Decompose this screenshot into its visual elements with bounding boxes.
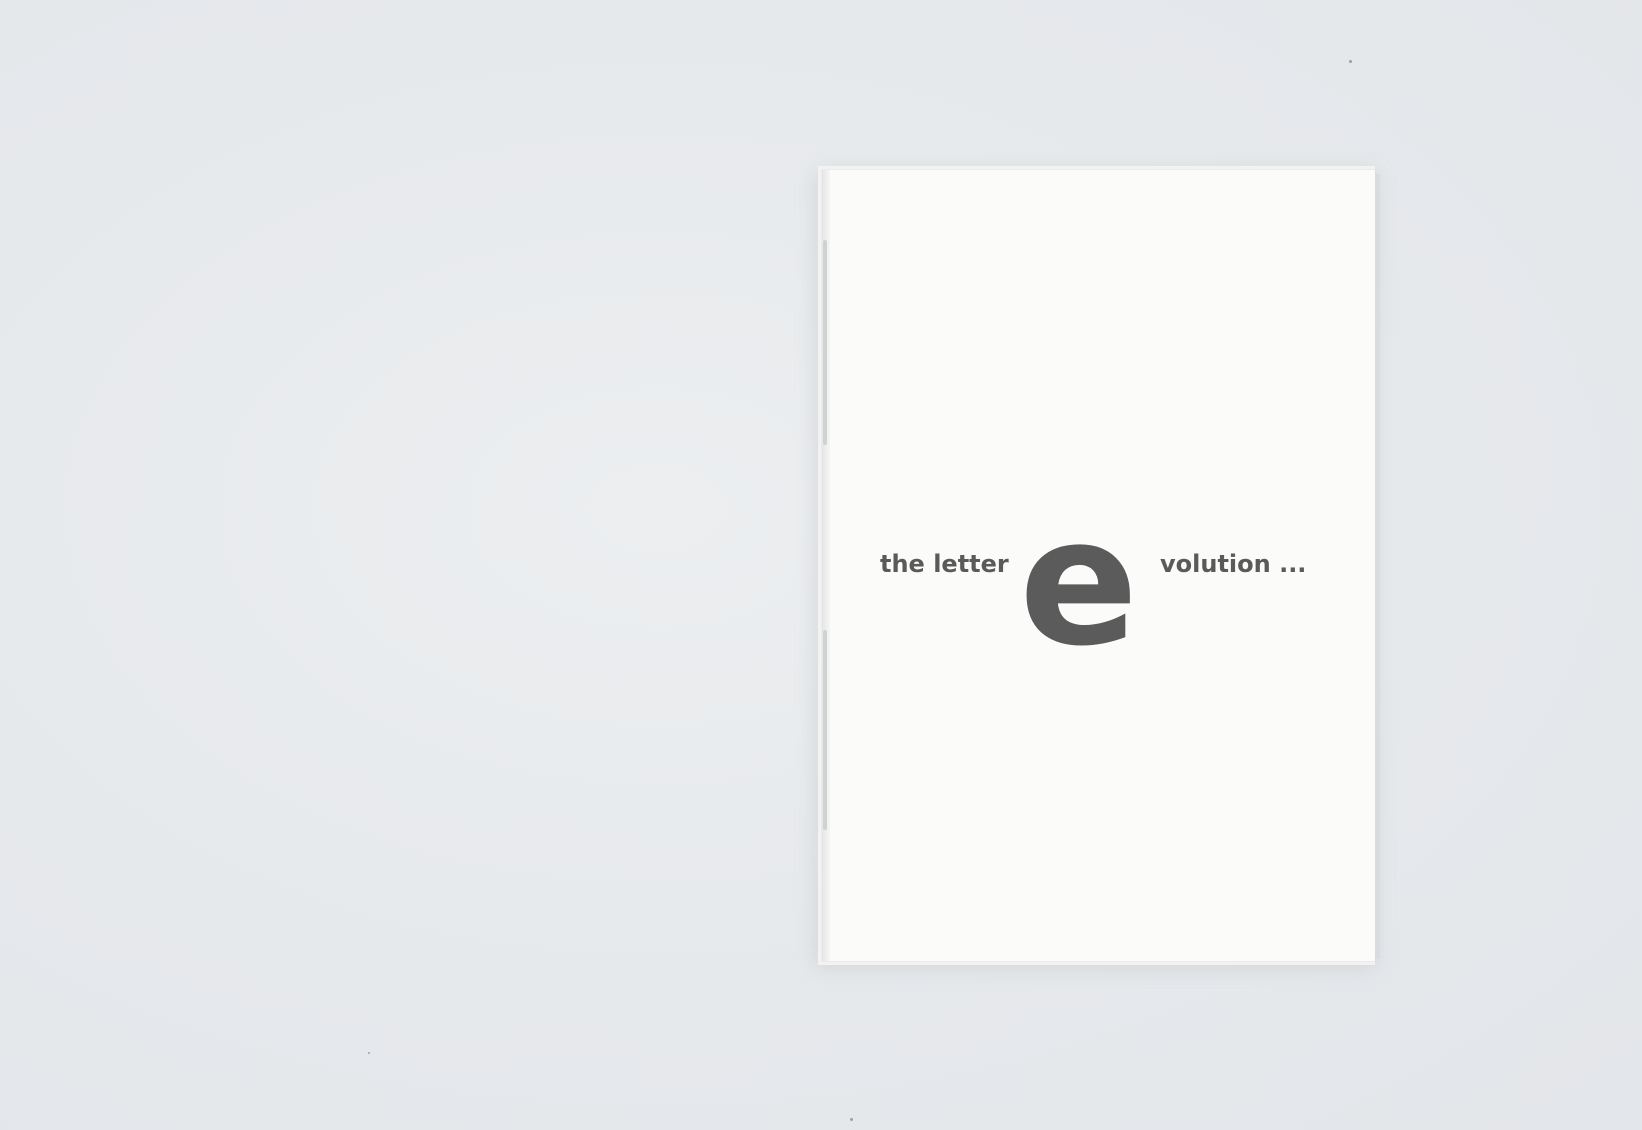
title-suffix: volution ... [1160, 550, 1307, 578]
dust-speck [368, 1052, 370, 1054]
title-big-letter: e [1019, 480, 1139, 685]
staple-top [823, 240, 827, 445]
dust-speck [850, 1118, 853, 1121]
scanned-scene: the letter e volution ... [0, 0, 1642, 1130]
booklet-cover: the letter e volution ... [822, 170, 1380, 961]
dust-speck [1349, 60, 1352, 63]
page-edge [1375, 174, 1380, 959]
cover-title: the letter e volution ... [880, 495, 1330, 671]
staple-bottom [823, 630, 827, 830]
title-prefix: the letter [880, 550, 1009, 578]
booklet-spine [822, 170, 830, 961]
